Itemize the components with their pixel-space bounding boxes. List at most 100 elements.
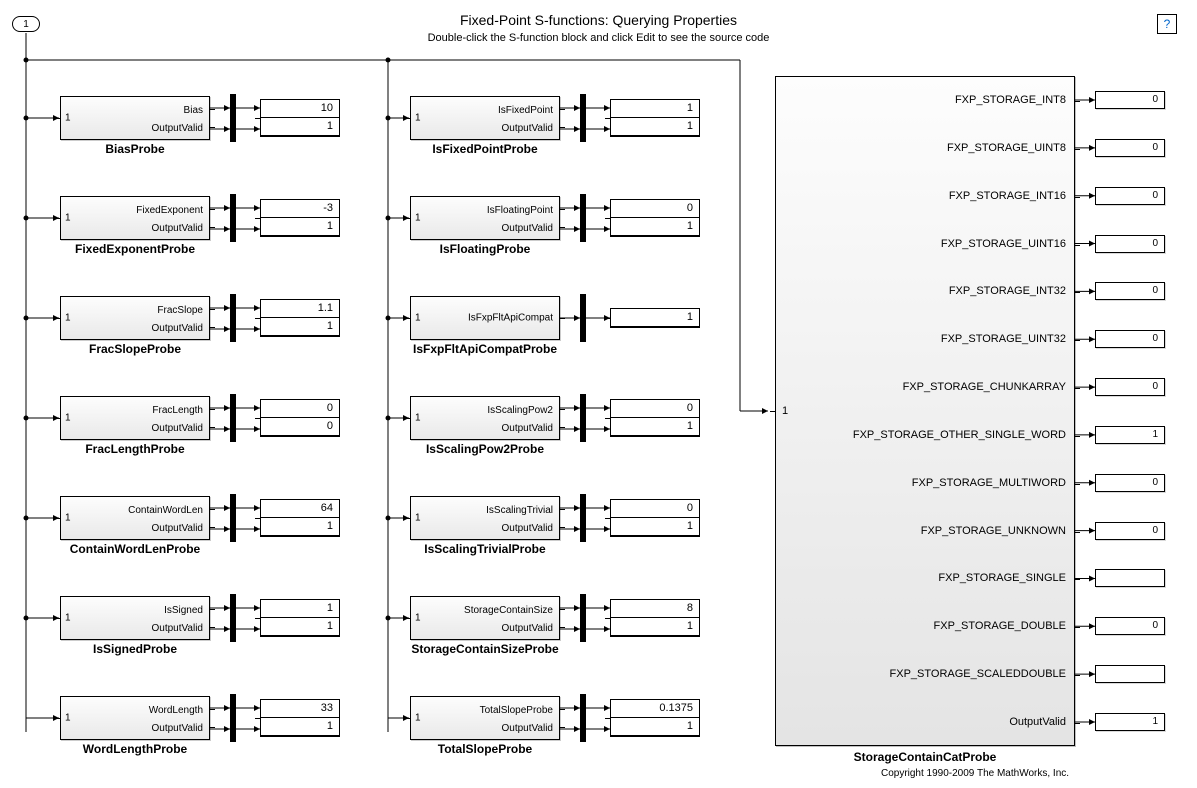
is-scaling-pow2-probe-block[interactable]: 1 IsScalingPow2 OutputValid [410,396,560,440]
probe-in: 1 [415,113,421,124]
big-probe-out-label: FXP_STORAGE_MULTIWORD [912,477,1066,489]
probe-in: 1 [65,613,71,624]
display-value [1096,666,1164,682]
probe-out-2: OutputValid [501,623,553,634]
storage-contain-cat-probe[interactable]: 1 FXP_STORAGE_INT8FXP_STORAGE_UINT8FXP_S… [775,76,1075,746]
probe-in: 1 [415,213,421,224]
display[interactable]: 01 [610,199,700,237]
frac-slope-probe-block[interactable]: 1FracSlopeOutputValid [60,296,210,340]
display[interactable]: 11 [610,99,700,137]
big-probe-display[interactable] [1095,665,1165,683]
display[interactable]: 00 [260,399,340,437]
display-value: 0 [1096,140,1164,156]
demux[interactable] [230,594,236,642]
big-probe-display[interactable]: 0 [1095,139,1165,157]
probe-in: 1 [415,313,421,324]
display[interactable]: 641 [260,499,340,537]
probe-in: 1 [415,713,421,724]
fixed-exponent-probe-block[interactable]: 1FixedExponentOutputValid [60,196,210,240]
big-probe-out-label: FXP_STORAGE_DOUBLE [934,620,1066,632]
demux[interactable] [230,94,236,142]
inport-1[interactable]: 1 [12,16,40,32]
demux[interactable] [580,494,586,542]
display-value-1: 0 [611,500,699,518]
probe-label: IsFxpFltApiCompatProbe [410,342,560,356]
is-floating-probe-block[interactable]: 1IsFloatingPointOutputValid [410,196,560,240]
probe-label: IsScalingTrivialProbe [410,542,560,556]
display-value-2: 1 [261,118,339,136]
display-value: 0 [1096,475,1164,491]
probe-out-2: OutputValid [501,723,553,734]
inport-label: 1 [23,19,29,30]
display-value-1: -3 [261,200,339,218]
probe-label: WordLengthProbe [60,742,210,756]
contain-word-len-probe-block[interactable]: 1ContainWordLenOutputValid [60,496,210,540]
help-button[interactable]: ? [1157,14,1177,34]
display[interactable]: 01 [610,499,700,537]
probe-out-1: FixedExponent [136,205,203,216]
display[interactable]: 1.11 [260,299,340,337]
probe-out-2: OutputValid [501,423,553,434]
display-value: 0 [1096,379,1164,395]
display[interactable]: 101 [260,99,340,137]
display[interactable]: 11 [260,599,340,637]
big-probe-display[interactable]: 0 [1095,282,1165,300]
display[interactable]: -31 [260,199,340,237]
is-scaling-trivial-probe-block[interactable]: 1IsScalingTrivialOutputValid [410,496,560,540]
display[interactable]: 01 [610,399,700,437]
demux[interactable] [580,694,586,742]
demux[interactable] [580,94,586,142]
big-probe-display[interactable]: 0 [1095,330,1165,348]
probe-out-1: Bias [184,105,203,116]
demux[interactable] [230,294,236,342]
big-probe-out-label: FXP_STORAGE_UINT32 [941,333,1066,345]
probe-out-1: IsFixedPoint [498,105,553,116]
display-value-1: 0 [261,400,339,418]
big-probe-display[interactable]: 0 [1095,235,1165,253]
display[interactable]: 1 [610,308,700,328]
display-value-2: 1 [611,518,699,536]
probe-out-1: WordLength [149,705,203,716]
big-probe-display[interactable]: 1 [1095,713,1165,731]
probe-out-2: OutputValid [151,423,203,434]
demux[interactable] [230,494,236,542]
demux[interactable] [230,194,236,242]
big-probe-out-label: FXP_STORAGE_INT32 [949,285,1066,297]
total-slope-probe-block[interactable]: 1 TotalSlopeProbe OutputValid [410,696,560,740]
big-probe-display[interactable]: 0 [1095,474,1165,492]
probe-out-1: TotalSlopeProbe [480,705,553,716]
demux[interactable] [230,394,236,442]
probe-out-1: IsScalingPow2 [487,405,553,416]
is-signed-probe-block[interactable]: 1IsSignedOutputValid [60,596,210,640]
storage-contain-size-probe-block[interactable]: 1StorageContainSizeOutputValid [410,596,560,640]
big-probe-display[interactable]: 1 [1095,426,1165,444]
demux[interactable] [580,194,586,242]
big-probe-display[interactable]: 0 [1095,522,1165,540]
big-probe-display[interactable]: 0 [1095,617,1165,635]
demux[interactable] [580,394,586,442]
is-fixed-point-probe-block[interactable]: 1IsFixedPointOutputValid [410,96,560,140]
big-probe-display[interactable]: 0 [1095,378,1165,396]
big-probe-display[interactable] [1095,569,1165,587]
probe-in: 1 [415,413,421,424]
frac-length-probe-block[interactable]: 1FracLengthOutputValid [60,396,210,440]
is-fxp-flt-api-compat-probe-block[interactable]: 1IsFxpFltApiCompat [410,296,560,340]
word-length-probe-block[interactable]: 1WordLengthOutputValid [60,696,210,740]
demux[interactable] [580,294,586,342]
probe-out-1: ContainWordLen [128,505,203,516]
display-value-1: 0.1375 [611,700,699,718]
big-probe-display[interactable]: 0 [1095,91,1165,109]
display[interactable]: 81 [610,599,700,637]
demux[interactable] [230,694,236,742]
big-probe-display[interactable]: 0 [1095,187,1165,205]
display[interactable]: 0.13751 [610,699,700,737]
bias-probe-block[interactable]: 1BiasOutputValid [60,96,210,140]
probe-out-1: IsSigned [164,605,203,616]
display-value: 0 [1096,331,1164,347]
probe-out-1: IsFloatingPoint [487,205,553,216]
big-probe-out-label: FXP_STORAGE_INT16 [949,190,1066,202]
display[interactable]: 331 [260,699,340,737]
probe-out-2: OutputValid [151,223,203,234]
demux[interactable] [580,594,586,642]
probe-in: 1 [65,313,71,324]
